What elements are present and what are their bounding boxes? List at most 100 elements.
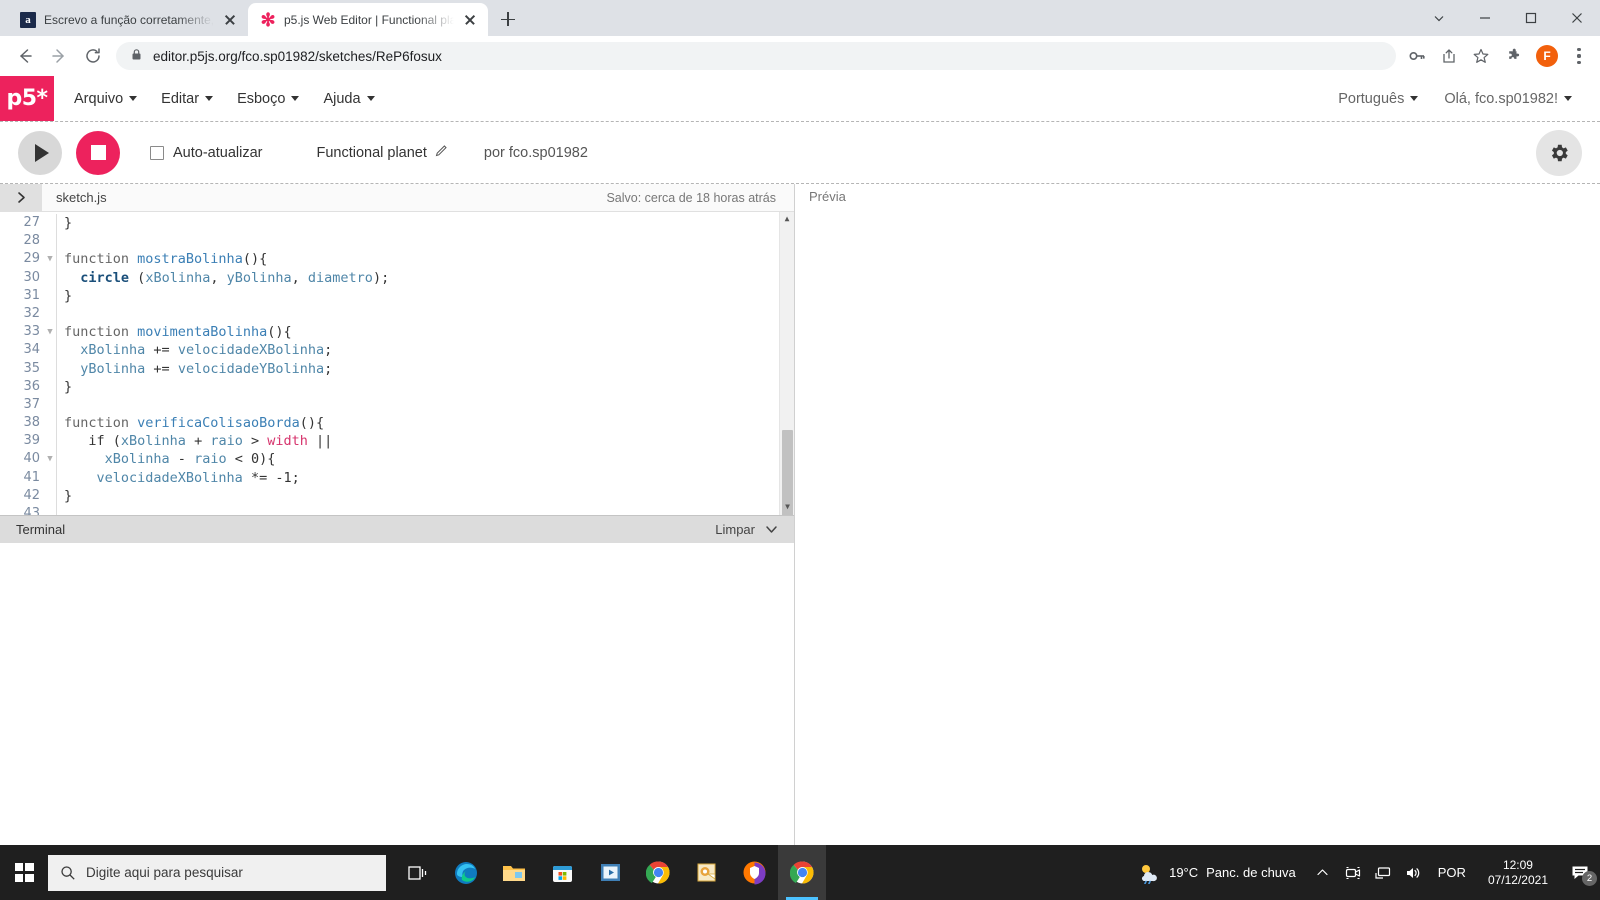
weather-widget[interactable]: 19°C Panc. de chuva — [1125, 862, 1308, 884]
media-player-icon[interactable] — [586, 845, 634, 900]
share-icon[interactable] — [1434, 41, 1464, 71]
code-line[interactable]: 28 — [0, 232, 778, 251]
avast-icon[interactable] — [730, 845, 778, 900]
scroll-down-arrow[interactable]: ▼ — [780, 501, 794, 515]
editor-vertical-scrollbar[interactable]: ▲ ▼ — [779, 212, 794, 515]
gutter-separator — [56, 359, 64, 378]
browser-tab-1[interactable]: a Escrevo a função corretamente, m — [8, 3, 248, 36]
minimize-icon[interactable] — [1462, 2, 1508, 34]
fold-triangle-icon[interactable]: ▼ — [44, 323, 56, 341]
microsoft-edge-icon[interactable] — [442, 845, 490, 900]
key-icon[interactable] — [1402, 41, 1432, 71]
scroll-up-arrow[interactable]: ▲ — [780, 212, 794, 226]
line-number: 29 — [23, 251, 40, 267]
outlook-icon[interactable] — [682, 845, 730, 900]
code-line[interactable]: 27} — [0, 214, 778, 233]
code-line[interactable]: 41 velocidadeXBolinha *= -1; — [0, 468, 778, 487]
gutter-separator — [56, 341, 64, 360]
code-line[interactable]: 33 ▼ function movimentaBolinha(){ — [0, 323, 778, 342]
volume-icon[interactable] — [1398, 845, 1428, 900]
browser-tab-2[interactable]: ✻ p5.js Web Editor | Functional plan — [248, 3, 488, 36]
back-arrow-icon[interactable] — [8, 39, 42, 73]
language-indicator[interactable]: POR — [1428, 865, 1476, 880]
code-line[interactable]: 38 function verificaColisaoBorda(){ — [0, 414, 778, 433]
chevron-down-icon[interactable] — [1416, 2, 1462, 34]
p5-navbar: p5* Arquivo Editar Esboço Ajuda Portuguê… — [0, 76, 1600, 122]
code-editor[interactable]: 27} 28 29 ▼ function mostraBolinha(){30 circ… — [0, 212, 794, 515]
meet-camera-icon[interactable] — [1338, 845, 1368, 900]
avatar[interactable]: F — [1536, 45, 1558, 67]
clock[interactable]: 12:09 07/12/2021 — [1476, 858, 1560, 888]
auto-refresh-toggle[interactable]: Auto-atualizar — [150, 145, 262, 161]
stop-button[interactable] — [76, 130, 120, 175]
chevron-up-icon[interactable] — [1308, 845, 1338, 900]
code-line[interactable]: 42} — [0, 486, 778, 505]
file-explorer-icon[interactable] — [490, 845, 538, 900]
notification-center-button[interactable]: 2 — [1560, 845, 1600, 900]
sidebar-toggle-button[interactable] — [0, 184, 42, 211]
line-number: 31 — [23, 287, 40, 303]
line-number: 33 — [23, 324, 40, 340]
p5-logo[interactable]: p5* — [0, 76, 54, 121]
code-line[interactable]: 32 — [0, 304, 778, 324]
code-line[interactable]: 31} — [0, 286, 778, 305]
chevron-down-icon — [129, 96, 138, 101]
gear-icon — [1551, 144, 1568, 161]
menu-editar[interactable]: Editar — [151, 85, 223, 113]
menu-arquivo[interactable]: Arquivo — [64, 85, 147, 113]
reload-icon[interactable] — [76, 39, 110, 73]
address-bar[interactable]: editor.p5js.org/fco.sp01982/sketches/ReP… — [116, 42, 1396, 70]
forward-arrow-icon[interactable] — [42, 39, 76, 73]
fold-triangle-icon[interactable]: ▼ — [44, 450, 56, 468]
close-icon[interactable] — [1554, 2, 1600, 34]
bookmark-star-icon[interactable] — [1466, 41, 1496, 71]
microsoft-store-icon[interactable] — [538, 845, 586, 900]
extensions-puzzle-icon[interactable] — [1498, 41, 1528, 71]
display-icon[interactable] — [1368, 845, 1398, 900]
task-view-icon[interactable] — [394, 845, 442, 900]
code-line[interactable]: 29 ▼ function mostraBolinha(){ — [0, 250, 778, 269]
terminal-clear-button[interactable]: Limpar — [715, 522, 778, 537]
start-button[interactable] — [0, 845, 48, 900]
code-line[interactable]: 34 xBolinha += velocidadeXBolinha; — [0, 341, 778, 360]
play-button[interactable] — [18, 130, 62, 175]
p5-asterisk-icon: ✻ — [260, 9, 276, 30]
chevron-down-icon — [1410, 96, 1419, 101]
code-text: } — [64, 378, 73, 395]
fold-triangle-icon[interactable]: ▼ — [44, 250, 56, 268]
taskbar-search-input[interactable]: Digite aqui para pesquisar — [48, 854, 386, 891]
sketch-name[interactable]: Functional planet — [316, 144, 447, 161]
menu-ajuda[interactable]: Ajuda — [313, 85, 384, 113]
code-line[interactable]: 30 circle (xBolinha, yBolinha, diametro)… — [0, 268, 778, 287]
file-name-tab[interactable]: sketch.js — [42, 184, 121, 211]
code-line[interactable]: 35 yBolinha += velocidadeYBolinha; — [0, 359, 778, 378]
code-line[interactable]: 43 — [0, 505, 778, 515]
kebab-menu-icon[interactable] — [1566, 41, 1592, 71]
new-tab-button[interactable] — [494, 5, 522, 33]
search-placeholder: Digite aqui para pesquisar — [86, 865, 243, 880]
maximize-icon[interactable] — [1508, 2, 1554, 34]
account-menu[interactable]: Olá, fco.sp01982! — [1434, 85, 1582, 113]
code-line[interactable]: 40 ▼ xBolinha - raio < 0){ — [0, 450, 778, 469]
google-chrome-icon[interactable] — [634, 845, 682, 900]
menu-esboco[interactable]: Esboço — [227, 85, 309, 113]
cloud-rain-sun-icon — [1142, 864, 1157, 884]
windows-logo-icon — [14, 863, 34, 882]
close-icon[interactable] — [222, 12, 238, 28]
checkbox[interactable] — [150, 145, 164, 160]
line-number: 30 — [23, 269, 40, 285]
code-line[interactable]: 37 — [0, 395, 778, 415]
close-icon[interactable] — [462, 12, 478, 28]
pencil-icon[interactable] — [435, 144, 448, 161]
language-selector[interactable]: Português — [1328, 85, 1428, 113]
settings-button[interactable] — [1536, 129, 1582, 176]
code-text: } — [64, 215, 73, 231]
sketch-name-text: Functional planet — [316, 144, 427, 161]
google-chrome-active-icon[interactable] — [778, 845, 826, 900]
code-line[interactable]: 36} — [0, 377, 778, 396]
code-line[interactable]: 39 if (xBolinha + raio > width || — [0, 432, 778, 451]
